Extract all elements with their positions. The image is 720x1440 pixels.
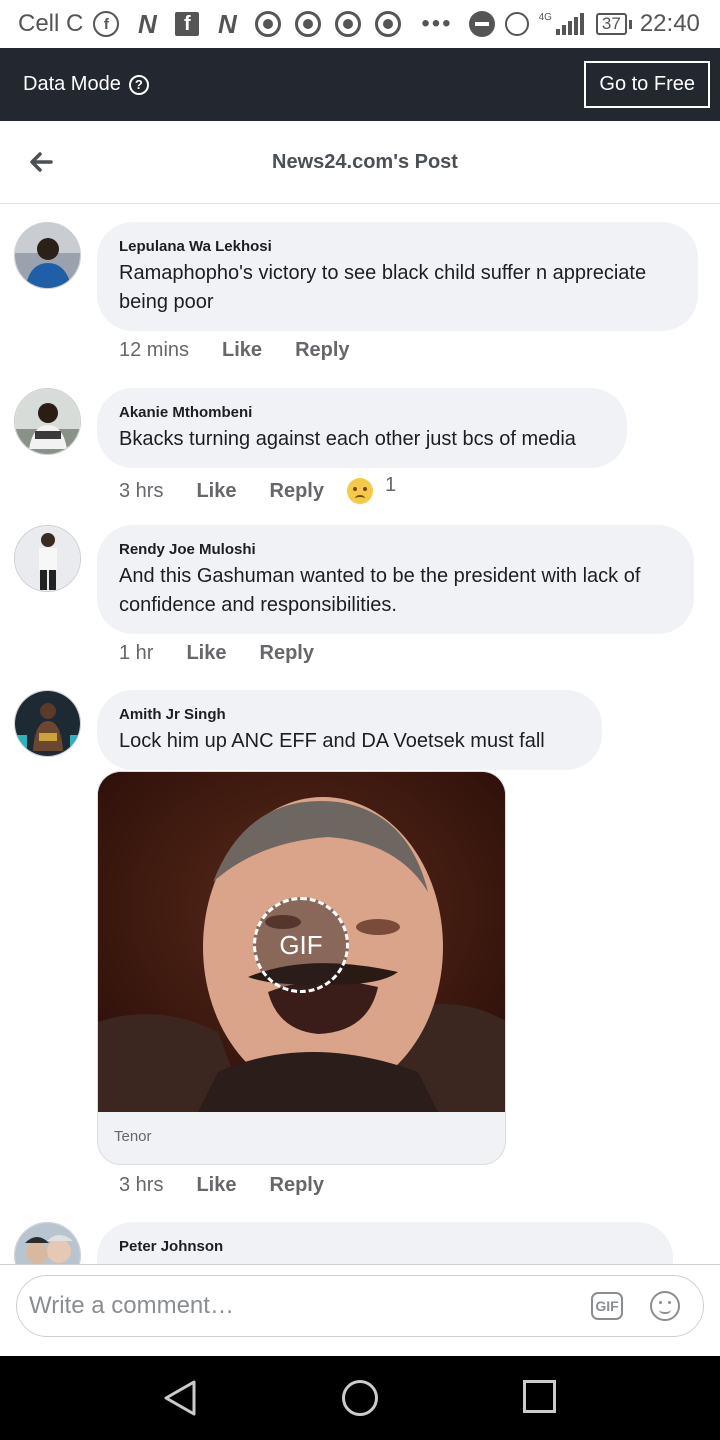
- data-mode-label: Data Mode: [23, 73, 121, 95]
- gif-image[interactable]: GIF: [98, 772, 505, 1112]
- clock: 22:40: [639, 10, 700, 37]
- comment-author[interactable]: Akanie Mthombeni: [119, 404, 605, 421]
- signal-icon: 4G: [539, 13, 584, 35]
- go-to-free-button[interactable]: Go to Free: [584, 61, 710, 108]
- comment-author[interactable]: Peter Johnson: [119, 1238, 651, 1255]
- carrier-name: Cell C: [18, 10, 84, 37]
- chrome-notification-icon: [295, 11, 322, 37]
- comment-actions: 3 hrs Like Reply: [119, 1174, 357, 1197]
- reply-button[interactable]: Reply: [260, 642, 314, 665]
- like-button[interactable]: Like: [186, 642, 226, 665]
- comment-bubble[interactable]: Akanie Mthombeni Bkacks turning against …: [97, 388, 627, 468]
- comment-timestamp[interactable]: 1 hr: [119, 642, 153, 665]
- comment-timestamp[interactable]: 12 mins: [119, 339, 189, 362]
- like-button[interactable]: Like: [196, 480, 236, 503]
- comment-timestamp[interactable]: 3 hrs: [119, 480, 163, 503]
- comment-bubble[interactable]: Rendy Joe Muloshi And this Gashuman want…: [97, 525, 694, 634]
- comment-actions: 3 hrs Like Reply 1: [119, 474, 396, 504]
- do-not-disturb-icon: [468, 11, 495, 37]
- system-navigation-bar: [0, 1356, 720, 1440]
- comment-bubble[interactable]: Lepulana Wa Lekhosi Ramaphopho's victory…: [97, 222, 698, 331]
- reply-button[interactable]: Reply: [270, 1174, 324, 1197]
- news-notification-icon: N: [137, 8, 157, 39]
- avatar[interactable]: [14, 388, 81, 455]
- alarm-icon: [504, 12, 529, 36]
- comment-timestamp[interactable]: 3 hrs: [119, 1174, 163, 1197]
- gif-attachment[interactable]: GIF Tenor: [97, 771, 506, 1165]
- help-icon[interactable]: ?: [128, 74, 149, 95]
- comment-text: Bkacks turning against each other just b…: [119, 428, 576, 450]
- emoji-icon[interactable]: [650, 1291, 680, 1321]
- nav-back-icon[interactable]: [162, 1378, 198, 1418]
- reply-button[interactable]: Reply: [270, 480, 324, 503]
- comment-actions: 12 mins Like Reply: [119, 339, 383, 362]
- comment-text: And this Gashuman wanted to be the presi…: [119, 565, 641, 616]
- sad-reaction-icon[interactable]: [346, 478, 373, 504]
- gif-play-badge[interactable]: GIF: [253, 897, 349, 993]
- avatar[interactable]: [14, 222, 81, 289]
- comment-author[interactable]: Rendy Joe Muloshi: [119, 541, 672, 558]
- comment-text: Lock him up ANC EFF and DA Voetsek must …: [119, 730, 545, 752]
- gif-picker-button[interactable]: GIF: [591, 1292, 623, 1320]
- avatar[interactable]: [14, 690, 81, 757]
- reaction-count[interactable]: 1: [385, 474, 396, 497]
- comment-author[interactable]: Lepulana Wa Lekhosi: [119, 238, 676, 255]
- facebook-notification-icon: f: [93, 11, 120, 37]
- like-button[interactable]: Like: [222, 339, 262, 362]
- more-notifications-icon: •••: [421, 10, 453, 37]
- battery-icon: 37: [595, 13, 627, 35]
- chrome-notification-icon: [335, 11, 362, 37]
- data-mode-bar: Data Mode ? Go to Free: [0, 48, 720, 121]
- facebook-app-notification-icon: f: [175, 12, 200, 36]
- battery-level: 37: [601, 14, 621, 33]
- status-bar: Cell C f N f N ••• 4G 37 22:40: [0, 0, 720, 48]
- gif-source-label: Tenor: [114, 1128, 152, 1145]
- news-notification-icon: N: [217, 8, 237, 39]
- chrome-notification-icon: [255, 11, 282, 37]
- reply-button[interactable]: Reply: [295, 339, 349, 362]
- comment-author[interactable]: Amith Jr Singh: [119, 706, 580, 723]
- chrome-notification-icon: [375, 11, 402, 37]
- comment-bubble[interactable]: Amith Jr Singh Lock him up ANC EFF and D…: [97, 690, 602, 770]
- network-type: 4G: [538, 12, 552, 23]
- avatar[interactable]: [14, 525, 81, 592]
- nav-home-icon[interactable]: [342, 1380, 378, 1416]
- post-header: News24.com's Post: [0, 121, 720, 204]
- comment-list: Lepulana Wa Lekhosi Ramaphopho's victory…: [0, 204, 720, 1264]
- like-button[interactable]: Like: [196, 1174, 236, 1197]
- nav-recents-icon[interactable]: [523, 1380, 556, 1413]
- comment-text: Ramaphopho's victory to see black child …: [119, 262, 647, 313]
- comment-actions: 1 hr Like Reply: [119, 642, 347, 665]
- data-mode-label-group[interactable]: Data Mode ?: [23, 73, 149, 96]
- back-arrow-icon[interactable]: [26, 147, 56, 177]
- comment-composer: GIF: [0, 1264, 720, 1356]
- avatar[interactable]: [14, 1222, 81, 1264]
- comment-bubble[interactable]: Peter Johnson: [97, 1222, 673, 1264]
- page-title: News24.com's Post: [272, 150, 458, 173]
